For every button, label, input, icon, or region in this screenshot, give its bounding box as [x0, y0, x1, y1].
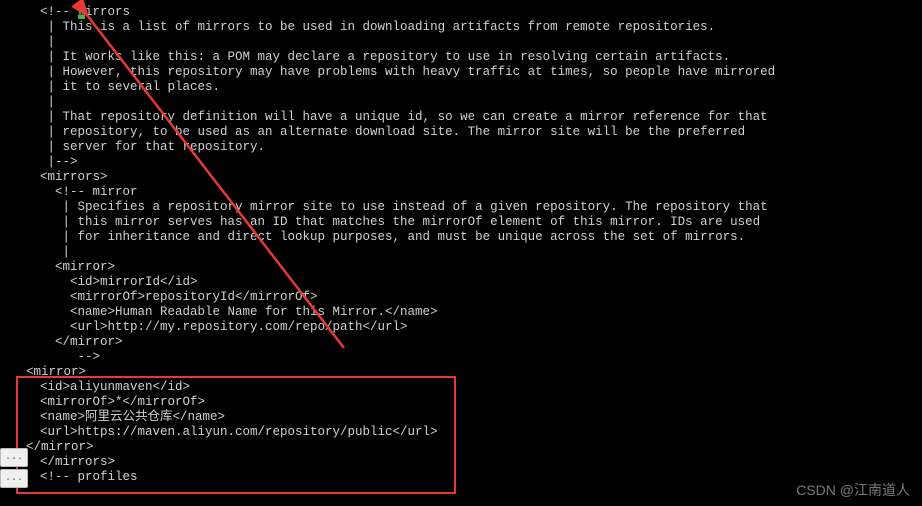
code-line: </mirrors> — [0, 455, 922, 470]
code-line: |--> — [0, 155, 922, 170]
code-line: | — [0, 35, 922, 50]
code-line: <mirror> — [0, 260, 922, 275]
code-line: <mirrors> — [0, 170, 922, 185]
code-line: | This is a list of mirrors to be used i… — [0, 20, 922, 35]
code-line: </mirror> — [0, 335, 922, 350]
code-line-highlighted: <mirrorOf>*</mirrorOf> — [0, 395, 922, 410]
code-line-highlighted: <name>阿里云公共仓库</name> — [0, 410, 922, 425]
code-line: <url>http://my.repository.com/repo/path<… — [0, 320, 922, 335]
gutter-dots-button[interactable]: ... — [0, 448, 28, 467]
code-line-highlighted: <id>aliyunmaven</id> — [0, 380, 922, 395]
code-line: | repository, to be used as an alternate… — [0, 125, 922, 140]
gutter-dots-button[interactable]: ... — [0, 469, 28, 488]
gutter-controls: ... ... — [0, 448, 28, 488]
code-line: <mirrorOf>repositoryId</mirrorOf> — [0, 290, 922, 305]
code-line: | for inheritance and direct lookup purp… — [0, 230, 922, 245]
code-line: | Specifies a repository mirror site to … — [0, 200, 922, 215]
code-line: | However, this repository may have prob… — [0, 65, 922, 80]
code-line: | — [0, 95, 922, 110]
code-line: <!-- mirror — [0, 185, 922, 200]
code-line: | — [0, 245, 922, 260]
code-line: --> — [0, 350, 922, 365]
code-line-highlighted: </mirror> — [0, 440, 922, 455]
code-line: | That repository definition will have a… — [0, 110, 922, 125]
code-line: | this mirror serves has an ID that matc… — [0, 215, 922, 230]
code-line: | It works like this: a POM may declare … — [0, 50, 922, 65]
code-line-highlighted: <mirror> — [0, 365, 922, 380]
terminal-editor[interactable]: <!-- mirrors | This is a list of mirrors… — [0, 0, 922, 506]
cursor-char: m — [78, 5, 86, 19]
code-line-highlighted: <url>https://maven.aliyun.com/repository… — [0, 425, 922, 440]
code-line: | server for that repository. — [0, 140, 922, 155]
code-line: <name>Human Readable Name for this Mirro… — [0, 305, 922, 320]
code-line: <!-- profiles — [0, 470, 922, 485]
watermark-text: CSDN @江南道人 — [796, 483, 910, 498]
code-line: | it to several places. — [0, 80, 922, 95]
code-line: <id>mirrorId</id> — [0, 275, 922, 290]
code-line: <!-- mirrors — [0, 5, 922, 20]
